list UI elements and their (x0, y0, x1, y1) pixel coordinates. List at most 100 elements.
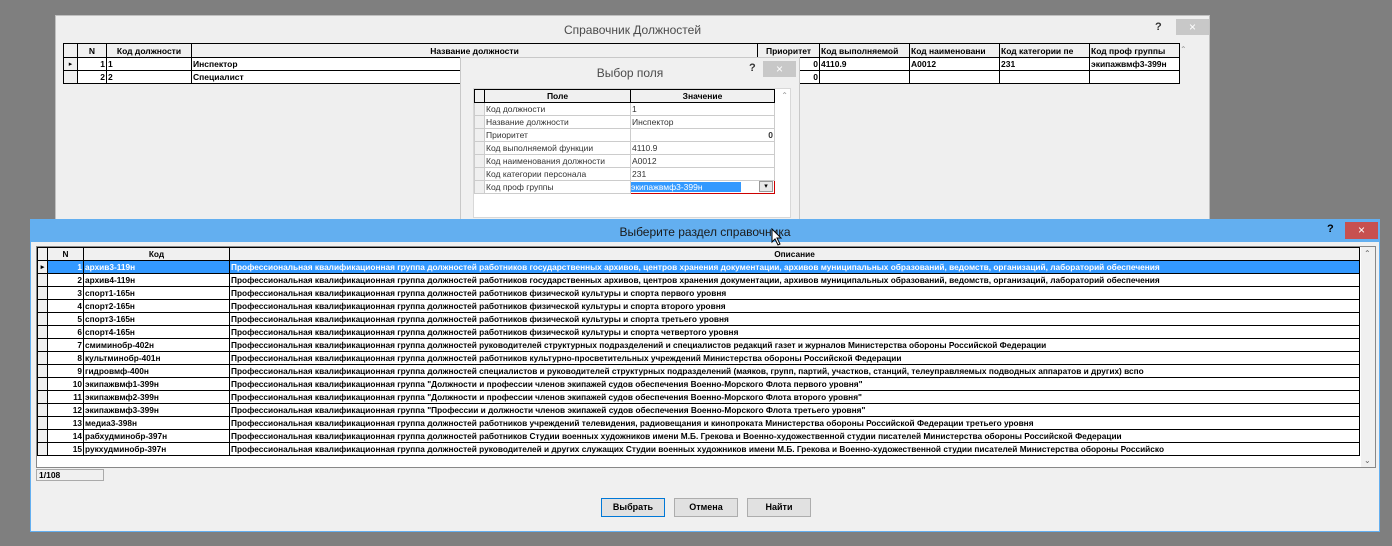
main-help-button[interactable]: ? (1155, 21, 1162, 33)
col-name-code-header[interactable]: Код наименовани (909, 43, 1000, 58)
col-code-header[interactable]: Код должности (106, 43, 192, 58)
cell-func-code[interactable]: 4110.9 (819, 57, 910, 71)
table-row[interactable]: 8 культминобр-401н Профессиональная квалиф… (37, 351, 1360, 365)
find-button[interactable]: Найти (747, 498, 811, 517)
table-row[interactable]: 3 спорт1-165н Профессиональная квалификаци… (37, 286, 1360, 300)
cell-code[interactable]: спорт1-165н (83, 286, 230, 300)
cell-description[interactable]: Профессиональная квалификационная группа… (229, 312, 1360, 326)
prof-group-combobox[interactable]: экипажвмф3-399н ▾ (630, 180, 775, 194)
cell-code[interactable]: медиа3-398н (83, 416, 230, 430)
cell-n[interactable]: 2 (47, 273, 84, 287)
cell-n[interactable]: 6 (47, 325, 84, 339)
col-code-header[interactable]: Код (83, 247, 230, 261)
prof-group-combobox-value[interactable]: экипажвмф3-399н (631, 182, 741, 192)
field-dialog-titlebar[interactable]: Выбор поля ? × (461, 58, 799, 86)
cell-code[interactable]: архив4-119н (83, 273, 230, 287)
cell-description[interactable]: Профессиональная квалификационная группа… (229, 351, 1360, 365)
table-row[interactable]: 4 спорт2-165н Профессиональная квалификаци… (37, 299, 1360, 313)
table-row[interactable]: 12 экипажвмф3-399н Профессиональная квалиф… (37, 403, 1360, 417)
field-value[interactable]: A0012 (630, 154, 775, 168)
field-value[interactable]: Инспектор (630, 115, 775, 129)
cell-description[interactable]: Профессиональная квалификационная группа… (229, 338, 1360, 352)
col-n-header[interactable]: N (77, 43, 107, 58)
cell-code[interactable]: спорт4-165н (83, 325, 230, 339)
section-scrollbar[interactable]: ⌃ ⌄ (1361, 247, 1375, 467)
cell-code[interactable]: рабхудминобр-397н (83, 429, 230, 443)
table-row[interactable]: ▸ 1 архив3-119н Профессиональная квалификац… (37, 260, 1360, 274)
cell-n[interactable]: 8 (47, 351, 84, 365)
scroll-up-arrow-icon[interactable]: ⌃ (1364, 249, 1371, 258)
field-close-button[interactable]: × (763, 61, 796, 77)
field-value[interactable]: 231 (630, 167, 775, 181)
main-window-titlebar[interactable]: Справочник Должностей ? × (56, 16, 1209, 44)
field-help-button[interactable]: ? (749, 62, 756, 74)
cell-code[interactable]: экипажвмф1-399н (83, 377, 230, 391)
cell-code[interactable]: экипажвмф3-399н (83, 403, 230, 417)
select-button[interactable]: Выбрать (601, 498, 665, 517)
field-row[interactable]: Код должности 1 (474, 102, 775, 116)
cell-code[interactable]: 2 (106, 70, 192, 84)
cell-description[interactable]: Профессиональная квалификационная группа… (229, 299, 1360, 313)
cell-code[interactable]: рукхудминобр-397н (83, 442, 230, 456)
cell-n[interactable]: 1 (77, 57, 107, 71)
col-cat-code-header[interactable]: Код категории пе (999, 43, 1090, 58)
cell-prof-group[interactable] (1089, 70, 1180, 84)
field-scroll-up-icon[interactable]: ⌃ (781, 91, 788, 100)
field-row[interactable]: Код выполняемой функции 4110.9 (474, 141, 775, 155)
cell-n[interactable]: 12 (47, 403, 84, 417)
field-row[interactable]: Код категории персонала 231 (474, 167, 775, 181)
field-value[interactable]: 1 (630, 102, 775, 116)
table-row[interactable]: 13 медиа3-398н Профессиональная квалификац… (37, 416, 1360, 430)
col-n-header[interactable]: N (47, 247, 84, 261)
field-row[interactable]: Код проф группы экипажвмф3-399н ▾ (474, 180, 775, 194)
scroll-up-arrow-icon[interactable]: ⌃ (1180, 45, 1187, 54)
cell-n[interactable]: 13 (47, 416, 84, 430)
cell-n[interactable]: 7 (47, 338, 84, 352)
section-close-button[interactable]: × (1345, 222, 1378, 239)
table-row[interactable]: 2 архив4-119н Профессиональная квалификаци… (37, 273, 1360, 287)
col-field-header[interactable]: Поле (484, 89, 631, 103)
col-func-code-header[interactable]: Код выполняемой (819, 43, 910, 58)
cell-name-code[interactable]: A0012 (909, 57, 1000, 71)
scroll-down-arrow-icon[interactable]: ⌄ (1364, 456, 1371, 465)
cell-n[interactable]: 2 (77, 70, 107, 84)
cell-n[interactable]: 15 (47, 442, 84, 456)
col-prof-group-header[interactable]: Код проф группы (1089, 43, 1180, 58)
cell-description[interactable]: Профессиональная квалификационная группа… (229, 364, 1360, 378)
cell-func-code[interactable] (819, 70, 910, 84)
table-row[interactable]: 14 рабхудминобр-397н Профессиональная квал… (37, 429, 1360, 443)
cell-code[interactable]: спорт3-165н (83, 312, 230, 326)
cell-cat-code[interactable] (999, 70, 1090, 84)
table-row[interactable]: 6 спорт4-165н Профессиональная квалификаци… (37, 325, 1360, 339)
cell-code[interactable]: экипажвмф2-399н (83, 390, 230, 404)
col-priority-header[interactable]: Приоритет (757, 43, 820, 58)
cell-code[interactable]: архив3-119н (83, 260, 230, 274)
field-value[interactable]: 4110.9 (630, 141, 775, 155)
cell-description[interactable]: Профессиональная квалификационная группа… (229, 325, 1360, 339)
cell-n[interactable]: 11 (47, 390, 84, 404)
main-close-button[interactable]: × (1176, 19, 1209, 35)
table-row[interactable]: 15 рукхудминобр-397н Профессиональная квал… (37, 442, 1360, 456)
cell-name-code[interactable] (909, 70, 1000, 84)
cell-prof-group[interactable]: экипажвмф3-399н (1089, 57, 1180, 71)
cell-description[interactable]: Профессиональная квалификационная группа… (229, 429, 1360, 443)
table-row[interactable]: 11 экипажвмф2-399н Профессиональная квалиф… (37, 390, 1360, 404)
cell-n[interactable]: 10 (47, 377, 84, 391)
cell-code[interactable]: смиминобр-402н (83, 338, 230, 352)
dropdown-arrow-icon[interactable]: ▾ (759, 181, 773, 192)
table-row[interactable]: 7 смиминобр-402н Профессиональная квалифик… (37, 338, 1360, 352)
cell-code[interactable]: 1 (106, 57, 192, 71)
cancel-button[interactable]: Отмена (674, 498, 738, 517)
cell-description[interactable]: Профессиональная квалификационная группа… (229, 390, 1360, 404)
cell-description[interactable]: Профессиональная квалификационная группа… (229, 377, 1360, 391)
col-value-header[interactable]: Значение (630, 89, 775, 103)
cell-code[interactable]: спорт2-165н (83, 299, 230, 313)
cell-description[interactable]: Профессиональная квалификационная группа… (229, 286, 1360, 300)
table-row[interactable]: 10 экипажвмф1-399н Профессиональная квалиф… (37, 377, 1360, 391)
cell-n[interactable]: 1 (47, 260, 84, 274)
cell-code[interactable]: гидровмф-400н (83, 364, 230, 378)
table-row[interactable]: 9 гидровмф-400н Профессиональная квалифика… (37, 364, 1360, 378)
table-row[interactable]: 5 спорт3-165н Профессиональная квалификаци… (37, 312, 1360, 326)
cell-description[interactable]: Профессиональная квалификационная группа… (229, 403, 1360, 417)
cell-description[interactable]: Профессиональная квалификационная группа… (229, 273, 1360, 287)
